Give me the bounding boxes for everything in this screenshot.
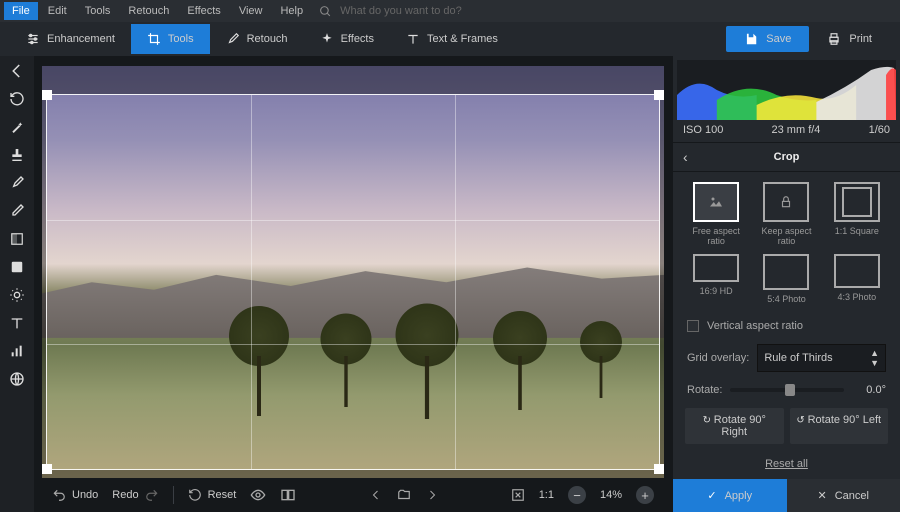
sparkle-icon bbox=[320, 32, 334, 46]
bottom-bar: Undo Redo Reset 1:1 − 14% + bbox=[42, 478, 664, 512]
ratio-5-4[interactable]: 5:4 Photo bbox=[755, 254, 817, 304]
brush-icon bbox=[226, 32, 240, 46]
vertical-aspect-label: Vertical aspect ratio bbox=[707, 320, 803, 332]
zoom-in-button[interactable]: + bbox=[636, 486, 654, 504]
brightness-icon[interactable] bbox=[8, 286, 26, 304]
zoom-fit-label[interactable]: 1:1 bbox=[539, 489, 554, 501]
rotate-right-button[interactable]: ↻ Rotate 90° Right bbox=[685, 408, 784, 444]
tab-retouch[interactable]: Retouch bbox=[210, 24, 304, 54]
right-panel: ISO 100 23 mm f/4 1/60 ‹ Crop Free aspec… bbox=[672, 56, 900, 512]
search-icon bbox=[319, 5, 332, 18]
ratio-4-3[interactable]: 4:3 Photo bbox=[826, 254, 888, 304]
brush-tool-icon[interactable] bbox=[8, 174, 26, 192]
menubar: File Edit Tools Retouch Effects View Hel… bbox=[0, 0, 900, 22]
levels-icon[interactable] bbox=[8, 342, 26, 360]
ratio-square[interactable]: 1:1 Square bbox=[826, 182, 888, 246]
rotate-left-button[interactable]: ↺ Rotate 90° Left bbox=[790, 408, 889, 444]
left-toolbar bbox=[0, 56, 34, 512]
tab-label: Enhancement bbox=[47, 33, 115, 45]
print-button[interactable]: Print bbox=[809, 26, 890, 52]
crop-overlay[interactable] bbox=[42, 66, 664, 478]
print-icon bbox=[827, 32, 841, 46]
tab-tools[interactable]: Tools bbox=[131, 24, 210, 54]
compare-button[interactable] bbox=[280, 487, 296, 503]
text-tool-icon[interactable] bbox=[8, 314, 26, 332]
menu-edit[interactable]: Edit bbox=[40, 2, 75, 20]
grid-overlay-row: Grid overlay: Rule of Thirds▲▼ bbox=[673, 338, 900, 378]
save-icon bbox=[744, 32, 758, 46]
menu-file[interactable]: File bbox=[4, 2, 38, 20]
tab-label: Tools bbox=[168, 33, 194, 45]
tab-text-frames[interactable]: Text & Frames bbox=[390, 24, 514, 54]
crop-handle-tr[interactable] bbox=[654, 90, 664, 100]
dropper-icon[interactable] bbox=[8, 202, 26, 220]
sliders-icon bbox=[26, 32, 40, 46]
menu-retouch[interactable]: Retouch bbox=[120, 2, 177, 20]
cancel-button[interactable]: ✕Cancel bbox=[787, 479, 900, 512]
lens-value: 23 mm f/4 bbox=[772, 124, 821, 136]
magic-wand-icon[interactable] bbox=[8, 118, 26, 136]
vertical-aspect-checkbox[interactable] bbox=[687, 320, 699, 332]
panel-title: Crop bbox=[774, 151, 800, 163]
panel-actions: ✓Apply ✕Cancel bbox=[673, 479, 900, 512]
undo-button[interactable]: Undo bbox=[52, 488, 98, 502]
zoom-value: 14% bbox=[600, 489, 622, 501]
save-button[interactable]: Save bbox=[726, 26, 809, 52]
tab-enhancement[interactable]: Enhancement bbox=[10, 24, 131, 54]
crop-handle-br[interactable] bbox=[654, 464, 664, 474]
web-icon[interactable] bbox=[8, 370, 26, 388]
rotate-label: Rotate: bbox=[687, 384, 722, 396]
grid-overlay-select[interactable]: Rule of Thirds▲▼ bbox=[757, 344, 886, 372]
rotate-row: Rotate: 0.0° bbox=[673, 378, 900, 402]
menu-effects[interactable]: Effects bbox=[179, 2, 228, 20]
aspect-ratio-grid: Free aspect ratio Keep aspect ratio 1:1 … bbox=[673, 172, 900, 314]
zoom-out-button[interactable]: − bbox=[568, 486, 586, 504]
tab-label: Effects bbox=[341, 33, 374, 45]
menu-view[interactable]: View bbox=[231, 2, 271, 20]
canvas[interactable] bbox=[42, 66, 664, 478]
reset-all-link[interactable]: Reset all bbox=[673, 450, 900, 478]
grid-overlay-label: Grid overlay: bbox=[687, 352, 749, 364]
preview-button[interactable] bbox=[250, 487, 266, 503]
menu-help[interactable]: Help bbox=[272, 2, 311, 20]
tab-effects[interactable]: Effects bbox=[304, 24, 390, 54]
save-label: Save bbox=[766, 33, 791, 45]
ratio-16-9[interactable]: 16:9 HD bbox=[685, 254, 747, 304]
browse-button[interactable] bbox=[396, 488, 412, 502]
menu-tools[interactable]: Tools bbox=[77, 2, 119, 20]
shutter-value: 1/60 bbox=[869, 124, 890, 136]
prev-image-button[interactable] bbox=[370, 489, 382, 501]
histogram bbox=[677, 60, 896, 120]
vertical-aspect-row: Vertical aspect ratio bbox=[673, 314, 900, 338]
ratio-free[interactable]: Free aspect ratio bbox=[685, 182, 747, 246]
crop-icon bbox=[147, 32, 161, 46]
rotate-value: 0.0° bbox=[852, 384, 886, 396]
vignette-icon[interactable] bbox=[8, 258, 26, 276]
iso-value: ISO 100 bbox=[683, 124, 723, 136]
crop-handle-bl[interactable] bbox=[42, 464, 52, 474]
back-arrow-icon[interactable] bbox=[8, 62, 26, 80]
crop-handle-tl[interactable] bbox=[42, 90, 52, 100]
search-input[interactable] bbox=[334, 2, 514, 20]
redo-button[interactable]: Redo bbox=[112, 488, 158, 502]
gradient-icon[interactable] bbox=[8, 230, 26, 248]
print-label: Print bbox=[849, 33, 872, 45]
text-icon bbox=[406, 32, 420, 46]
reset-button[interactable]: Reset bbox=[188, 488, 237, 502]
canvas-area: Undo Redo Reset 1:1 − 14% + bbox=[34, 56, 672, 512]
ratio-keep[interactable]: Keep aspect ratio bbox=[755, 182, 817, 246]
apply-button[interactable]: ✓Apply bbox=[673, 479, 787, 512]
tab-label: Retouch bbox=[247, 33, 288, 45]
rotate-slider[interactable] bbox=[730, 388, 844, 392]
crop-rectangle[interactable] bbox=[46, 94, 660, 470]
panel-back-button[interactable]: ‹ bbox=[683, 149, 688, 165]
next-image-button[interactable] bbox=[426, 489, 438, 501]
fit-screen-button[interactable] bbox=[511, 488, 525, 502]
tab-label: Text & Frames bbox=[427, 33, 498, 45]
rotate-ccw-icon[interactable] bbox=[8, 90, 26, 108]
main-toolbar: Enhancement Tools Retouch Effects Text &… bbox=[0, 22, 900, 56]
panel-header: ‹ Crop bbox=[673, 142, 900, 172]
exif-info: ISO 100 23 mm f/4 1/60 bbox=[673, 124, 900, 142]
stamp-icon[interactable] bbox=[8, 146, 26, 164]
